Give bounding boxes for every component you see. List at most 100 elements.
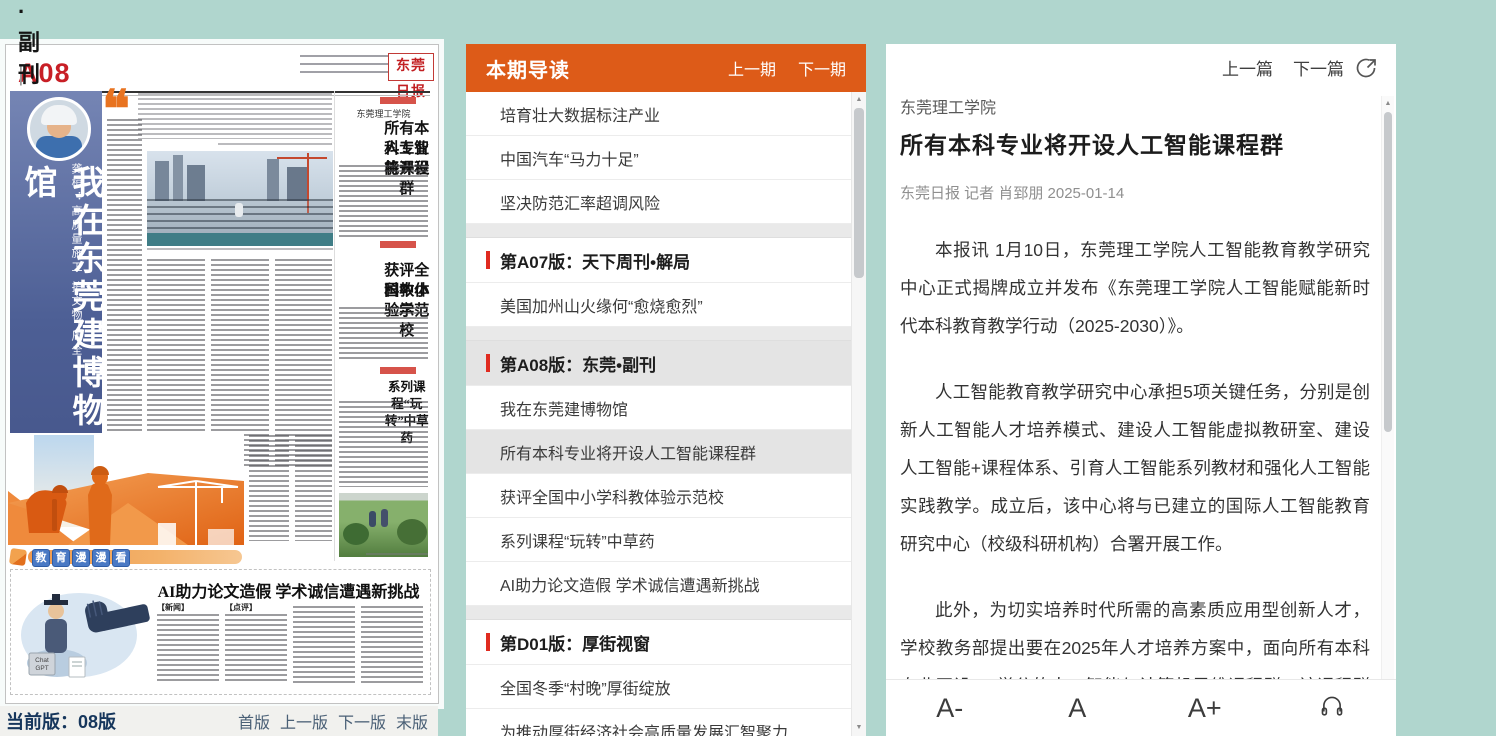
toc-section-gap — [466, 224, 852, 238]
section-red-bar — [486, 354, 490, 372]
page-nav-link[interactable]: 下一版 — [338, 709, 386, 733]
scrollbar-thumb[interactable] — [854, 108, 864, 278]
toc-article-item[interactable]: AI助力论文造假 学术诚信遭遇新挑战 — [466, 562, 852, 606]
section-label: 第D01版：厚街视窗 — [500, 630, 650, 655]
avatar-helmet — [41, 105, 77, 125]
page-nav-link[interactable]: 上一版 — [280, 709, 328, 733]
article-paragraph: 人工智能教育教学研究中心承担5项关键任务，分别是创新人工智能人才培养模式、建设人… — [900, 373, 1370, 563]
epaper-reader-page: A08 | 东莞·副刊 东莞日报 我在东莞建博物馆 龚桓：高质量施工 护文物“周… — [0, 0, 1496, 736]
section-label: 第A08版：东莞•副刊 — [500, 351, 656, 376]
feature-portrait-avatar — [27, 97, 91, 161]
toc-article-item[interactable]: 坚决防范汇率超调风险 — [466, 180, 852, 224]
scroll-down-arrow[interactable]: ▼ — [852, 722, 866, 734]
cartoon-article-box: Chat GPT AI助力论文造假 学术诚信遭遇新挑战 【新闻】 【点评】 — [10, 569, 431, 695]
page-nav-link[interactable]: 末版 — [396, 709, 428, 733]
body-text-column — [107, 119, 142, 469]
column-article3-fineprint — [339, 401, 428, 487]
article-body: 东莞理工学院 所有本科专业将开设人工智能课程群 东莞日报 记者 肖郅朋 2025… — [900, 90, 1370, 680]
newspaper-masthead-logo: 东莞日报 — [388, 53, 434, 81]
garden-class-photo — [339, 493, 428, 557]
reader-scrollbar[interactable]: ▲ ▼ — [1381, 96, 1394, 694]
intro-paragraph-fineprint — [138, 93, 332, 139]
toc-article-item[interactable]: 全国冬季“村晚”厚街绽放 — [466, 665, 852, 709]
banner-tile-char: 育 — [52, 549, 70, 567]
toc-article-item[interactable]: 系列课程“玩转”中草药 — [466, 518, 852, 562]
column-article1-title: 所有本科专业将开设 人工智能课程群 — [337, 119, 430, 139]
article-paragraph: 本报讯 1月10日，东莞理工学院人工智能教育教学研究中心正式揭牌成立并发布《东莞… — [900, 231, 1370, 345]
svg-text:GPT: GPT — [35, 665, 48, 672]
banner-tile-char: 教 — [32, 549, 50, 567]
photo-building — [187, 165, 205, 201]
page-nav-links: 首版上一版下一版末版 — [238, 709, 428, 733]
scroll-up-arrow[interactable]: ▲ — [1382, 98, 1394, 110]
cartoon-article-title: AI助力论文造假 学术诚信遭遇新挑战 — [151, 578, 426, 602]
share-icon[interactable] — [1354, 56, 1378, 80]
prev-issue-link[interactable]: 上一期 — [728, 56, 776, 80]
article-paragraphs: 本报讯 1月10日，东莞理工学院人工智能教育教学研究中心正式揭牌成立并发布《东莞… — [900, 231, 1370, 680]
headphones-icon — [1319, 692, 1345, 718]
toc-article-item[interactable]: 获评全国中小学科教体验示范校 — [466, 474, 852, 518]
construction-site-photo — [147, 151, 333, 246]
issue-toc-panel: 本期导读 上一期 下一期 培育壮大数据标注产业中国汽车“马力十足”坚决防范汇率超… — [466, 44, 866, 736]
toc-article-item[interactable]: 美国加州山火缘何“愈烧愈烈” — [466, 283, 852, 327]
toc-article-item[interactable]: 我在东莞建博物馆 — [466, 386, 852, 430]
article-nav: 上一篇 下一篇 — [886, 44, 1396, 90]
toc-section-header[interactable]: 第D01版：厚街视窗 — [466, 620, 852, 665]
photo-student — [381, 509, 388, 527]
feature-vertical-title: 我在东莞建博物馆 — [14, 165, 110, 465]
banner-tile-char: 漫 — [92, 549, 110, 567]
section-label: 第A07版：天下周刊•解局 — [500, 248, 690, 273]
ai-cartoon-illustration: Chat GPT — [17, 573, 152, 691]
toc-article-item[interactable]: 为推动厚街经济社会高质量发展汇智聚力 — [466, 709, 852, 736]
article-paragraph: 此外，为切实培养时代所需的高素质应用型创新人才，学校教务部提出要在2025年人才… — [900, 591, 1370, 680]
listen-button[interactable] — [1269, 692, 1397, 725]
toc-article-item[interactable]: 所有本科专业将开设人工智能课程群 — [466, 430, 852, 474]
scrollbar-thumb[interactable] — [1384, 112, 1392, 432]
next-issue-link[interactable]: 下一期 — [798, 56, 846, 80]
newspaper-section-name: 东莞·副刊 — [18, 0, 42, 89]
photo-building — [155, 161, 169, 201]
next-article-link[interactable]: 下一篇 — [1293, 55, 1344, 80]
article-kicker: 东莞理工学院 — [900, 94, 1370, 118]
photo-bush — [343, 523, 369, 545]
body-text-column — [295, 435, 332, 541]
toc-article-item[interactable]: 中国汽车“马力十足” — [466, 136, 852, 180]
toc-scrollbar[interactable]: ▲ ▼ — [851, 92, 866, 736]
toc-article-item[interactable]: 培育壮大数据标注产业 — [466, 92, 852, 136]
page-nav-link[interactable]: 首版 — [238, 709, 270, 733]
comment-tag: 【点评】 — [225, 602, 257, 613]
font-larger-button[interactable]: A+ — [1141, 693, 1269, 724]
current-page-label: 当前版：08版 — [6, 708, 116, 734]
column-article-tag — [380, 241, 416, 248]
photo-building — [287, 167, 307, 201]
illustration-svg — [8, 433, 244, 545]
prev-article-link[interactable]: 上一篇 — [1222, 55, 1273, 80]
toc-section-header[interactable]: 第A08版：东莞•副刊 — [466, 341, 852, 386]
toc-list: 培育壮大数据标注产业中国汽车“马力十足”坚决防范汇率超调风险第A07版：天下周刊… — [466, 92, 852, 736]
column-article-tag — [380, 367, 416, 374]
page-navigation-footer: 当前版：08版 首版上一版下一版末版 — [0, 706, 438, 736]
scroll-up-arrow[interactable]: ▲ — [852, 94, 866, 106]
font-smaller-button[interactable]: A- — [886, 693, 1014, 724]
toc-section-header[interactable]: 第A07版：天下周刊•解局 — [466, 238, 852, 283]
newspaper-page-preview[interactable]: A08 | 东莞·副刊 东莞日报 我在东莞建博物馆 龚桓：高质量施工 护文物“周… — [5, 44, 439, 704]
photo-caption-fineprint — [147, 248, 333, 253]
cartoon-article-fineprint — [157, 614, 219, 684]
article-byline: 东莞日报 记者 肖郅朋 2025-01-14 — [900, 182, 1370, 203]
toc-section-gap — [466, 606, 852, 620]
avatar-vest — [36, 136, 82, 160]
photo-crane — [277, 157, 327, 159]
cartoon-article-fineprint — [293, 606, 355, 684]
cartoon-article-fineprint — [225, 614, 287, 684]
photo-student — [369, 511, 376, 527]
column-article2-fineprint — [339, 307, 428, 361]
feature-vertical-caption: 龚桓：高质量施工 护文物“周全” — [68, 163, 84, 383]
banner-tile-char: 看 — [112, 549, 130, 567]
font-normal-button[interactable]: A — [1014, 693, 1142, 724]
construction-workers-illustration — [8, 433, 244, 545]
photo-wall — [147, 233, 333, 246]
newspaper-dateline-fineprint — [300, 55, 390, 79]
news-tag: 【新闻】 — [157, 602, 189, 613]
column-article-tag — [380, 97, 416, 104]
article-reader-panel: 上一篇 下一篇 东莞理工学院 所有本科专业将开设人工智能课程群 东莞日报 记者 … — [886, 44, 1396, 736]
